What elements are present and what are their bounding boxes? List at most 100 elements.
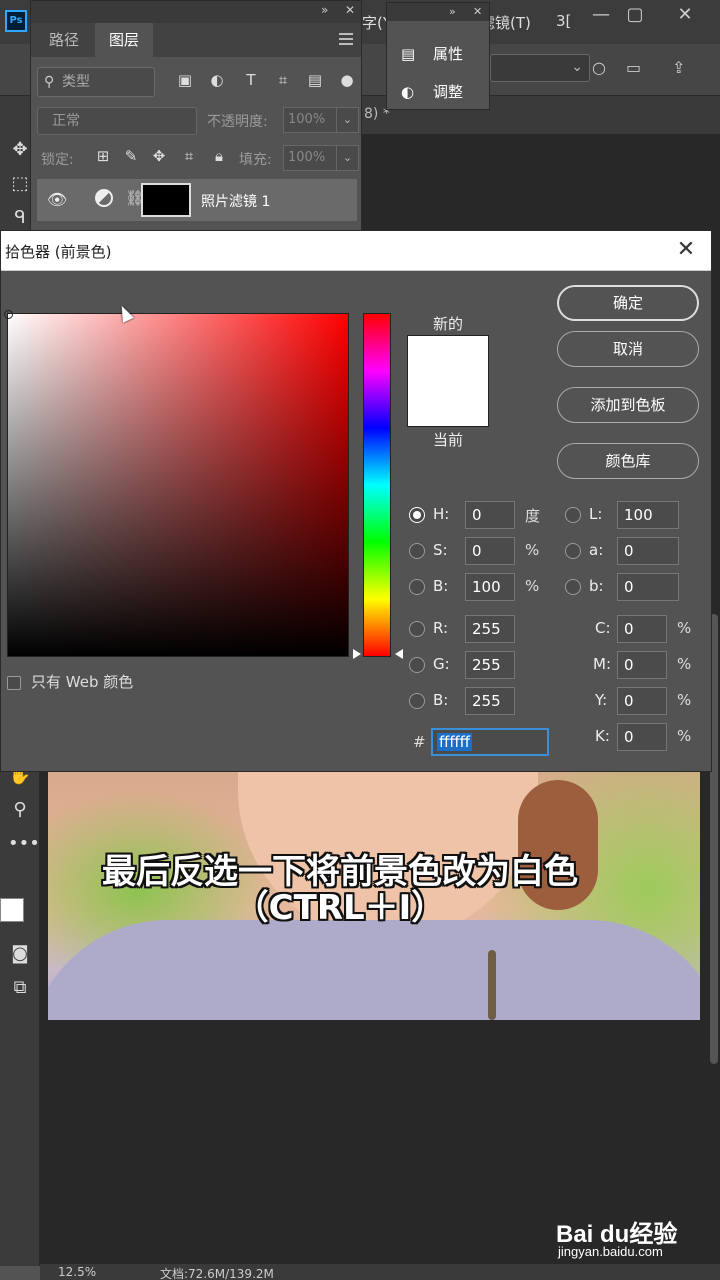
red-radio[interactable] bbox=[409, 621, 425, 637]
lock-all-icon[interactable]: 🔒︎ bbox=[209, 147, 229, 165]
status-bar: 12.5% 文档:72.6M/139.2M bbox=[40, 1264, 720, 1280]
filter-kind: 类型 bbox=[62, 74, 90, 90]
lab-a-input[interactable]: 0 bbox=[617, 537, 679, 565]
layer-name[interactable]: 照片滤镜 1 bbox=[201, 191, 270, 211]
tab-layers[interactable]: 图层 bbox=[95, 23, 154, 57]
collapse-panel-icon[interactable]: » bbox=[449, 5, 456, 18]
magenta-input[interactable]: 0 bbox=[617, 651, 667, 679]
web-colors-only-checkbox[interactable]: 只有 Web 颜色 bbox=[7, 671, 133, 692]
magenta-field-row: M: 0 % bbox=[591, 651, 701, 679]
hex-value-selected[interactable]: ffffff bbox=[437, 733, 473, 751]
lab-a-radio[interactable] bbox=[565, 543, 581, 559]
saturation-unit: % bbox=[525, 541, 540, 559]
marquee-tool-icon[interactable]: ⬚ bbox=[8, 172, 32, 196]
options-dropdown[interactable]: ⌄ bbox=[490, 54, 590, 82]
fill-label: 填充: bbox=[239, 152, 272, 168]
adjustments-item[interactable]: ◐ 调整 bbox=[401, 81, 463, 102]
quick-mask-icon[interactable]: ◙ bbox=[8, 942, 32, 966]
saturation-brightness-field[interactable] bbox=[4, 310, 349, 657]
red-input[interactable]: 255 bbox=[465, 615, 515, 643]
layer-mask-thumbnail[interactable] bbox=[141, 183, 191, 217]
zoom-tool-icon[interactable]: ⚲ bbox=[8, 798, 32, 822]
tab-paths[interactable]: 路径 bbox=[35, 23, 93, 57]
black-input[interactable]: 0 bbox=[617, 723, 667, 751]
layer-filter-select[interactable]: ⚲ 类型 bbox=[37, 67, 155, 97]
close-panel-icon[interactable]: ✕ bbox=[473, 5, 482, 18]
cancel-button[interactable]: 取消 bbox=[557, 331, 699, 367]
blend-mode-select[interactable]: 正常 bbox=[37, 107, 197, 135]
blue-label: B: bbox=[433, 691, 449, 709]
fill-chevron-icon[interactable]: ⌄ bbox=[337, 145, 359, 171]
fill-input[interactable]: 100% bbox=[283, 145, 337, 171]
layer-row[interactable]: 👁︎ ⛓︎ 照片滤镜 1 bbox=[37, 179, 357, 221]
hue-slider-left-handle[interactable] bbox=[353, 649, 361, 659]
ok-button[interactable]: 确定 bbox=[557, 285, 699, 321]
menu-3d[interactable]: 3[ bbox=[556, 12, 571, 30]
web-colors-only-label: 只有 Web 颜色 bbox=[31, 673, 134, 691]
lab-b-radio[interactable] bbox=[565, 579, 581, 595]
layers-panel: » ✕ 路径 图层 ⚲ 类型 ▣ ◐ T ⌗ ▤ ● 正常 不透明度: 100%… bbox=[30, 0, 362, 232]
lock-artboard-icon[interactable]: ⌗ bbox=[179, 147, 199, 165]
opacity-input[interactable]: 100% bbox=[283, 107, 337, 133]
hue-slider[interactable] bbox=[363, 313, 391, 657]
adjustment-filter-icon[interactable]: ◐ bbox=[207, 71, 227, 89]
green-radio[interactable] bbox=[409, 657, 425, 673]
type-filter-icon[interactable]: T bbox=[241, 71, 261, 89]
dialog-title-bar: 拾色器 (前景色) ✕ bbox=[1, 231, 711, 271]
saturation-input[interactable]: 0 bbox=[465, 537, 515, 565]
workspace-icon[interactable]: ▭ bbox=[626, 58, 641, 77]
lab-l-radio[interactable] bbox=[565, 507, 581, 523]
lock-image-icon[interactable]: ✎ bbox=[121, 147, 141, 165]
opacity-chevron-icon[interactable]: ⌄ bbox=[337, 107, 359, 133]
smart-object-filter-icon[interactable]: ▤ bbox=[305, 71, 325, 89]
hue-radio[interactable] bbox=[409, 507, 425, 523]
zoom-level[interactable]: 12.5% bbox=[58, 1265, 96, 1279]
green-field-row: G: 255 bbox=[407, 651, 527, 679]
hex-input[interactable]: ffffff bbox=[431, 728, 549, 756]
caption-line-2: （CTRL＋I） bbox=[234, 888, 446, 929]
blue-input[interactable]: 255 bbox=[465, 687, 515, 715]
lab-l-input[interactable]: 100 bbox=[617, 501, 679, 529]
lab-a-label: a: bbox=[589, 541, 604, 559]
filter-toggle-icon[interactable]: ● bbox=[337, 71, 357, 89]
hue-slider-right-handle[interactable] bbox=[395, 649, 403, 659]
close-window-icon[interactable]: ✕ bbox=[670, 4, 700, 25]
search-icon[interactable]: ○ bbox=[592, 58, 606, 77]
color-selection-marker[interactable] bbox=[4, 310, 13, 319]
hue-input[interactable]: 0 bbox=[465, 501, 515, 529]
close-panel-icon[interactable]: ✕ bbox=[345, 3, 355, 17]
lab-b-label: b: bbox=[589, 577, 604, 595]
green-input[interactable]: 255 bbox=[465, 651, 515, 679]
brightness-radio[interactable] bbox=[409, 579, 425, 595]
more-tools-icon[interactable]: ••• bbox=[8, 832, 40, 856]
visibility-eye-icon[interactable]: 👁︎ bbox=[47, 190, 67, 209]
brightness-input[interactable]: 100 bbox=[465, 573, 515, 601]
photo-hoodie bbox=[48, 920, 700, 1020]
checkbox-box[interactable] bbox=[7, 675, 21, 690]
collapse-panel-icon[interactable]: » bbox=[321, 3, 328, 17]
black-field-row: K: 0 % bbox=[591, 723, 701, 751]
cyan-input[interactable]: 0 bbox=[617, 615, 667, 643]
maximize-icon[interactable]: ▢ bbox=[620, 4, 650, 25]
cyan-label: C: bbox=[595, 619, 611, 637]
minimize-icon[interactable]: — bbox=[586, 4, 616, 25]
screen-mode-icon[interactable]: ⧉ bbox=[8, 976, 32, 1000]
yellow-input[interactable]: 0 bbox=[617, 687, 667, 715]
panel-menu-icon[interactable] bbox=[339, 33, 353, 45]
blue-radio[interactable] bbox=[409, 693, 425, 709]
properties-item[interactable]: ▤ 属性 bbox=[401, 43, 463, 64]
shape-filter-icon[interactable]: ⌗ bbox=[273, 71, 293, 89]
lab-b-input[interactable]: 0 bbox=[617, 573, 679, 601]
color-picker-dialog: 拾色器 (前景色) ✕ 只有 Web 颜色 新的 当前 确定 取消 添加到色板 … bbox=[0, 230, 712, 772]
foreground-color-swatch[interactable] bbox=[0, 898, 24, 922]
pixel-filter-icon[interactable]: ▣ bbox=[175, 71, 195, 89]
share-icon[interactable]: ⇪ bbox=[672, 58, 685, 77]
lock-position-icon[interactable]: ✥ bbox=[149, 147, 169, 165]
lock-transparent-icon[interactable]: ⊞ bbox=[93, 147, 113, 165]
saturation-radio[interactable] bbox=[409, 543, 425, 559]
add-to-swatches-button[interactable]: 添加到色板 bbox=[557, 387, 699, 423]
color-libraries-button[interactable]: 颜色库 bbox=[557, 443, 699, 479]
close-icon[interactable]: ✕ bbox=[673, 237, 699, 262]
move-tool-icon[interactable]: ✥ bbox=[8, 138, 32, 162]
lasso-tool-icon[interactable]: ᑫ bbox=[8, 206, 32, 230]
